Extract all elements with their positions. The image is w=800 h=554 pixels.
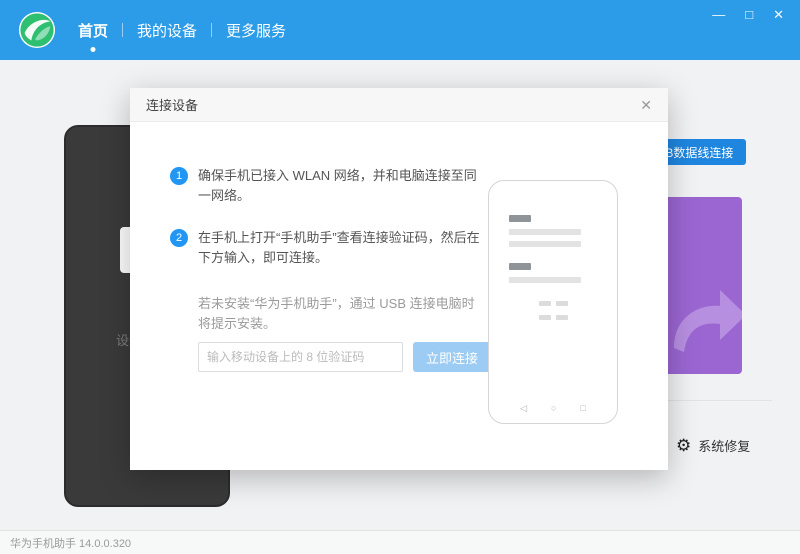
hisuite-window: 首页 我的设备 更多服务 — □ ✕ 设备 USB数据线连接 ⚙ [0,0,800,554]
skeleton-bar [509,215,531,222]
install-hint-text: 若未安装“华为手机助手”，通过 USB 连接电脑时将提示安装。 [198,294,482,334]
nav-more-services-label: 更多服务 [226,20,286,41]
maximize-button[interactable]: □ [745,8,753,21]
skeleton-bar [509,263,531,270]
close-button[interactable]: ✕ [773,8,784,21]
connect-device-dialog: 连接设备 ✕ 1 确保手机已接入 WLAN 网络，并和电脑连接至同一网络。 2 … [130,88,668,470]
nav-my-device-label: 我的设备 [137,20,197,41]
system-repair-label: 系统修复 [698,436,750,455]
nav-home[interactable]: 首页 [64,0,122,60]
nav-my-device[interactable]: 我的设备 [123,0,211,60]
gear-icon: ⚙ [676,437,691,454]
connect-now-button[interactable]: 立即连接 [413,342,491,372]
skeleton-mini-row [489,315,617,320]
dialog-titlebar: 连接设备 ✕ [130,88,668,122]
step-2: 2 在手机上打开“手机助手”查看连接验证码，然后在下方输入，即可连接。 [170,228,492,268]
window-controls: — □ ✕ [712,8,784,21]
nav-home-label: 首页 [78,20,108,41]
verification-code-input[interactable] [198,342,403,372]
phone-illustration: ◁ ○ □ [488,180,618,424]
skeleton-bar [509,229,581,235]
dialog-close-icon[interactable]: ✕ [640,98,652,112]
active-indicator-dot [91,47,96,52]
app-version-text: 华为手机助手 14.0.0.320 [10,535,131,551]
curved-arrow-icon [664,284,742,358]
step-1-number-badge: 1 [170,167,188,185]
dialog-title: 连接设备 [146,95,198,114]
skeleton-bar [509,277,581,283]
minimize-button[interactable]: — [712,8,725,21]
dialog-body: 1 确保手机已接入 WLAN 网络，并和电脑连接至同一网络。 2 在手机上打开“… [130,122,668,469]
titlebar: 首页 我的设备 更多服务 — □ ✕ [0,0,800,60]
home-icon: ○ [551,404,556,413]
phone-nav-bar: ◁ ○ □ [489,404,617,413]
statusbar: 华为手机助手 14.0.0.320 [0,530,800,554]
skeleton-mini-row [489,301,617,306]
step-1: 1 确保手机已接入 WLAN 网络，并和电脑连接至同一网络。 [170,166,492,206]
recent-icon: □ [580,404,585,413]
step-1-text: 确保手机已接入 WLAN 网络，并和电脑连接至同一网络。 [198,166,482,206]
back-icon: ◁ [520,404,527,413]
skeleton-bar [509,241,581,247]
step-2-text: 在手机上打开“手机助手”查看连接验证码，然后在下方输入，即可连接。 [198,228,482,268]
app-logo-icon [18,11,56,49]
system-repair-button[interactable]: ⚙ 系统修复 [676,436,750,455]
step-2-number-badge: 2 [170,229,188,247]
nav-more-services[interactable]: 更多服务 [212,0,300,60]
main-nav: 首页 我的设备 更多服务 [64,0,300,60]
verification-row: 立即连接 [198,342,491,372]
